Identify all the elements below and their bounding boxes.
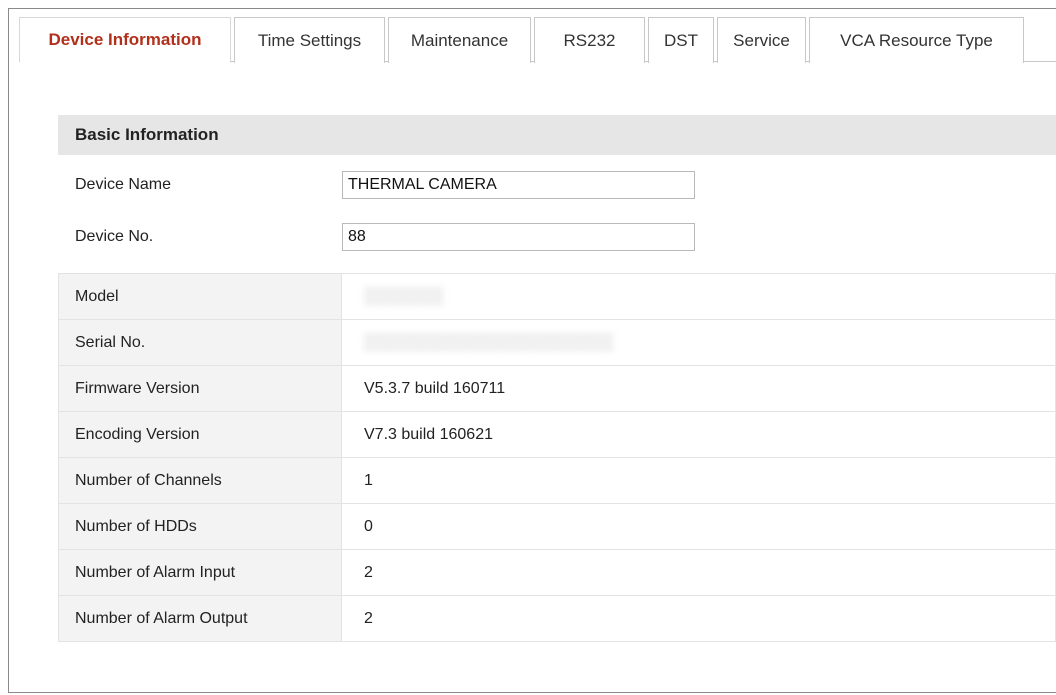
serial-no-value: ██████████████████████ — [341, 319, 1056, 366]
number-of-hdds-value: 0 — [341, 503, 1056, 550]
tab-dst[interactable]: DST — [648, 17, 714, 63]
tab-maintenance[interactable]: Maintenance — [388, 17, 531, 63]
table-row-number-of-alarm-input: Number of Alarm Input 2 — [58, 549, 1056, 596]
device-no-input[interactable] — [342, 223, 695, 251]
model-value: ███████ — [341, 273, 1056, 320]
encoding-version-value: V7.3 build 160621 — [341, 411, 1056, 458]
section-header-basic-information: Basic Information — [58, 115, 1056, 155]
device-info-table: Model ███████ Serial No. ███████████████… — [58, 273, 1056, 642]
number-of-channels-label: Number of Channels — [58, 457, 342, 504]
tab-time-settings[interactable]: Time Settings — [234, 17, 385, 63]
tab-rs232[interactable]: RS232 — [534, 17, 645, 63]
device-name-input[interactable] — [342, 171, 695, 199]
table-row-encoding-version: Encoding Version V7.3 build 160621 — [58, 411, 1056, 458]
number-of-hdds-label: Number of HDDs — [58, 503, 342, 550]
number-of-channels-value: 1 — [341, 457, 1056, 504]
tab-bar: Device Information Time Settings Mainten… — [19, 15, 1027, 63]
number-of-alarm-output-label: Number of Alarm Output — [58, 595, 342, 642]
table-row-number-of-channels: Number of Channels 1 — [58, 457, 1056, 504]
device-no-row: Device No. — [75, 222, 695, 252]
tab-device-information[interactable]: Device Information — [19, 17, 231, 63]
model-value-redacted: ███████ — [364, 287, 444, 305]
device-no-label: Device No. — [75, 228, 154, 245]
table-row-number-of-alarm-output: Number of Alarm Output 2 — [58, 595, 1056, 642]
section-title: Basic Information — [75, 125, 219, 144]
table-row-number-of-hdds: Number of HDDs 0 — [58, 503, 1056, 550]
number-of-alarm-input-label: Number of Alarm Input — [58, 549, 342, 596]
table-row-firmware-version: Firmware Version V5.3.7 build 160711 — [58, 365, 1056, 412]
tab-service[interactable]: Service — [717, 17, 806, 63]
firmware-version-label: Firmware Version — [58, 365, 342, 412]
serial-no-value-redacted: ██████████████████████ — [364, 333, 614, 351]
device-name-label: Device Name — [75, 176, 172, 193]
device-name-row: Device Name — [75, 170, 695, 200]
firmware-version-value: V5.3.7 build 160711 — [341, 365, 1056, 412]
number-of-alarm-output-value: 2 — [341, 595, 1056, 642]
tab-vca-resource-type[interactable]: VCA Resource Type — [809, 17, 1024, 63]
model-label: Model — [58, 273, 342, 320]
number-of-alarm-input-value: 2 — [341, 549, 1056, 596]
table-row-model: Model ███████ — [58, 273, 1056, 320]
table-row-serial-no: Serial No. ██████████████████████ — [58, 319, 1056, 366]
serial-no-label: Serial No. — [58, 319, 342, 366]
encoding-version-label: Encoding Version — [58, 411, 342, 458]
